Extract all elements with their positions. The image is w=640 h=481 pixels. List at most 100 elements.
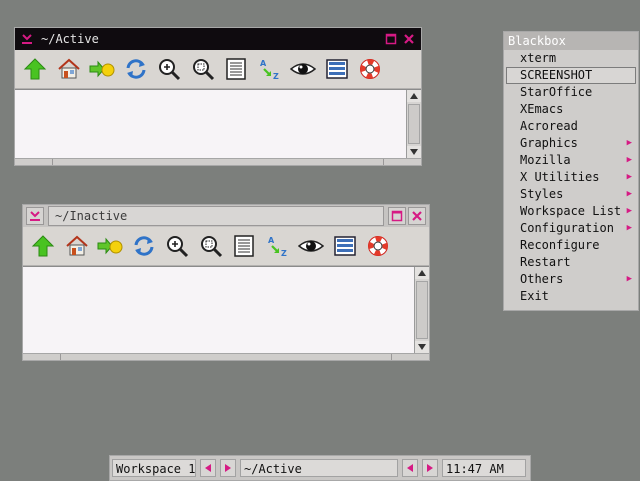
- zoom-in-button[interactable]: [163, 232, 191, 260]
- inactive-window: ~/Inactive AZ: [22, 204, 430, 361]
- active-window-titlebar[interactable]: ~/Active: [15, 28, 421, 50]
- zoom-fit-button[interactable]: [189, 55, 217, 83]
- vertical-scrollbar[interactable]: [406, 90, 421, 158]
- menu-item-xterm[interactable]: xterm: [504, 50, 638, 67]
- menu-item-mozilla[interactable]: Mozilla ▶: [504, 152, 638, 169]
- go-forward-icon: [89, 60, 115, 78]
- file-toolbar: AZ: [15, 50, 421, 89]
- reload-button[interactable]: [122, 55, 150, 83]
- menu-item-reconfigure[interactable]: Reconfigure: [504, 237, 638, 254]
- resize-grip-right[interactable]: [391, 354, 392, 360]
- maximize-icon: [391, 210, 403, 222]
- menu-item-others[interactable]: Others ▶: [504, 271, 638, 288]
- close-button[interactable]: [401, 31, 417, 47]
- menu-item-acroread[interactable]: Acroread: [504, 118, 638, 135]
- menu-item-label: Reconfigure: [520, 238, 600, 252]
- resize-grip-left[interactable]: [52, 159, 53, 165]
- go-forward-icon: [97, 237, 123, 255]
- help-button[interactable]: [356, 55, 384, 83]
- view-button[interactable]: [289, 55, 317, 83]
- file-list-area[interactable]: [15, 89, 421, 158]
- scroll-up-button[interactable]: [415, 267, 429, 279]
- submenu-arrow-icon: ▶: [626, 206, 632, 216]
- menu-item-workspace-list[interactable]: Workspace List ▶: [504, 203, 638, 220]
- help-button[interactable]: [364, 232, 392, 260]
- menu-item-exit[interactable]: Exit: [504, 288, 638, 305]
- detail-view-button[interactable]: [331, 232, 359, 260]
- resize-grip-left[interactable]: [60, 354, 61, 360]
- scroll-down-button[interactable]: [407, 146, 421, 158]
- home-button[interactable]: [63, 232, 91, 260]
- menu-item-label: xterm: [520, 51, 557, 65]
- svg-text:Z: Z: [281, 249, 287, 258]
- sort-button[interactable]: AZ: [256, 55, 284, 83]
- detail-view-icon: [325, 59, 348, 79]
- scrollbar-thumb[interactable]: [416, 281, 428, 339]
- eye-icon: [298, 240, 324, 252]
- menu-item-graphics[interactable]: Graphics ▶: [504, 135, 638, 152]
- vertical-scrollbar[interactable]: [414, 267, 429, 353]
- list-view-button[interactable]: [222, 55, 250, 83]
- menu-item-label: XEmacs: [520, 102, 564, 116]
- window-handle[interactable]: [15, 158, 421, 165]
- menu-item-restart[interactable]: Restart: [504, 254, 638, 271]
- next-window-button[interactable]: [422, 459, 438, 477]
- list-view-button[interactable]: [230, 232, 258, 260]
- file-list-area[interactable]: [23, 266, 429, 353]
- home-button[interactable]: [55, 55, 83, 83]
- window-title: ~/Inactive: [48, 206, 384, 226]
- menu-item-screenshot[interactable]: SCREENSHOT: [506, 67, 636, 84]
- detail-view-icon: [333, 236, 356, 256]
- reload-icon: [126, 59, 145, 79]
- forward-button[interactable]: [88, 55, 116, 83]
- detail-view-button[interactable]: [323, 55, 351, 83]
- workspace-label[interactable]: Workspace 1: [112, 459, 196, 477]
- maximize-button[interactable]: [383, 31, 399, 47]
- list-view-icon: [226, 58, 246, 80]
- maximize-icon: [385, 33, 397, 45]
- view-button[interactable]: [297, 232, 325, 260]
- inactive-window-titlebar[interactable]: ~/Inactive: [23, 205, 429, 227]
- menu-item-label: Styles: [520, 187, 564, 201]
- menu-item-styles[interactable]: Styles ▶: [504, 186, 638, 203]
- menu-item-configuration[interactable]: Configuration ▶: [504, 220, 638, 237]
- scroll-up-button[interactable]: [407, 90, 421, 102]
- prev-window-button[interactable]: [402, 459, 418, 477]
- scroll-up-icon: [418, 270, 426, 276]
- scrollbar-thumb[interactable]: [408, 104, 420, 144]
- scroll-down-icon: [410, 149, 418, 155]
- iconify-button[interactable]: [19, 31, 35, 47]
- scroll-down-button[interactable]: [415, 341, 429, 353]
- zoom-fit-icon: [200, 236, 222, 258]
- reload-button[interactable]: [130, 232, 158, 260]
- iconify-button[interactable]: [26, 207, 44, 225]
- next-workspace-button[interactable]: [220, 459, 236, 477]
- close-button[interactable]: [408, 207, 426, 225]
- eye-icon: [290, 63, 316, 75]
- window-label[interactable]: ~/Active: [240, 459, 398, 477]
- menu-item-staroffice[interactable]: StarOffice: [504, 84, 638, 101]
- zoom-fit-button[interactable]: [197, 232, 225, 260]
- prev-workspace-button[interactable]: [200, 459, 216, 477]
- window-handle[interactable]: [23, 353, 429, 360]
- scroll-up-icon: [410, 93, 418, 99]
- submenu-arrow-icon: ▶: [626, 223, 632, 233]
- sort-button[interactable]: AZ: [264, 232, 292, 260]
- menu-item-label: Others: [520, 272, 564, 286]
- resize-grip-right[interactable]: [383, 159, 384, 165]
- home-icon: [57, 58, 80, 79]
- submenu-arrow-icon: ▶: [626, 155, 632, 165]
- up-button[interactable]: [29, 232, 57, 260]
- help-lifebuoy-icon: [368, 236, 388, 256]
- file-toolbar: AZ: [23, 227, 429, 266]
- zoom-in-button[interactable]: [155, 55, 183, 83]
- forward-button[interactable]: [96, 232, 124, 260]
- up-arrow-icon: [31, 235, 55, 257]
- left-arrow-icon: [407, 464, 413, 472]
- maximize-button[interactable]: [388, 207, 406, 225]
- list-view-icon: [234, 235, 254, 257]
- menu-item-x-utilities[interactable]: X Utilities ▶: [504, 169, 638, 186]
- up-button[interactable]: [21, 55, 49, 83]
- menu-item-xemacs[interactable]: XEmacs: [504, 101, 638, 118]
- zoom-in-icon: [167, 236, 189, 258]
